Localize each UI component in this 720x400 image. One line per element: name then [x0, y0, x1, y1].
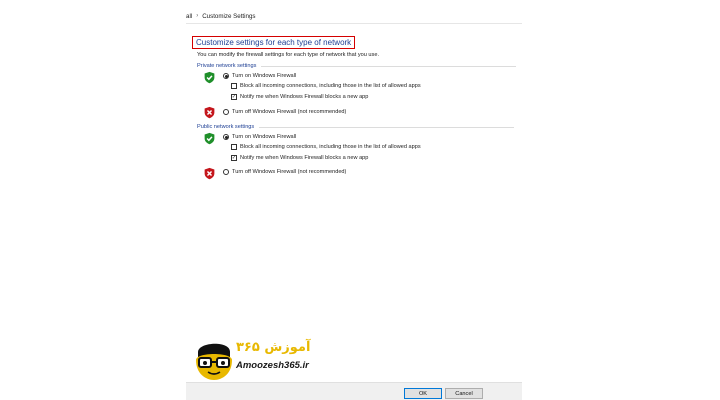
public-turn-off-label: Turn off Windows Firewall (not recommend… — [232, 169, 347, 175]
checkbox-checked-icon[interactable]: ✓ — [231, 94, 237, 100]
public-heading-divider — [259, 127, 514, 128]
cancel-button[interactable]: Cancel — [445, 388, 483, 399]
page-title: Customize settings for each type of netw… — [196, 38, 352, 47]
public-network-heading: Public network settings — [197, 124, 255, 130]
breadcrumb-customize-settings[interactable]: Customize Settings — [202, 13, 255, 20]
private-notify-label: Notify me when Windows Firewall blocks a… — [240, 94, 369, 100]
logo-text-en: Amoozesh365.ir — [236, 360, 309, 371]
green-shield-check-icon — [203, 71, 216, 84]
radio-selected-icon[interactable] — [223, 73, 229, 79]
address-bar[interactable]: all › Customize Settings — [186, 9, 522, 24]
private-turn-on-radio[interactable]: Turn on Windows Firewall — [223, 73, 296, 79]
private-heading-divider — [261, 66, 516, 67]
private-turn-off-radio[interactable]: Turn off Windows Firewall (not recommend… — [223, 109, 346, 115]
private-turn-off-label: Turn off Windows Firewall (not recommend… — [232, 109, 347, 115]
public-block-all-label: Block all incoming connections, includin… — [240, 144, 421, 150]
logo-text-fa: آموزش ۳۶۵ — [236, 340, 311, 355]
private-turn-on-label: Turn on Windows Firewall — [232, 73, 297, 79]
dialog-footer: OK Cancel — [186, 382, 522, 400]
private-network-heading: Private network settings — [197, 63, 257, 69]
public-turn-on-radio[interactable]: Turn on Windows Firewall — [223, 134, 296, 140]
checkbox-checked-icon[interactable]: ✓ — [231, 155, 237, 161]
green-shield-check-icon — [203, 132, 216, 145]
radio-selected-icon[interactable] — [223, 134, 229, 140]
checkbox-unchecked-icon[interactable] — [231, 144, 237, 150]
public-notify-checkbox[interactable]: ✓ Notify me when Windows Firewall blocks… — [231, 155, 368, 161]
mascot-logo-icon — [196, 343, 232, 380]
public-notify-label: Notify me when Windows Firewall blocks a… — [240, 155, 369, 161]
private-block-all-label: Block all incoming connections, includin… — [240, 83, 421, 89]
red-shield-x-icon — [203, 106, 216, 119]
breadcrumb-separator-icon: › — [196, 13, 199, 19]
checkbox-unchecked-icon[interactable] — [231, 83, 237, 89]
radio-unselected-icon[interactable] — [223, 169, 229, 175]
page-description: You can modify the firewall settings for… — [197, 52, 380, 58]
breadcrumb-all[interactable]: all — [186, 13, 192, 20]
page-title-box: Customize settings for each type of netw… — [192, 36, 356, 49]
amoozesh365-logo: آموزش ۳۶۵ Amoozesh365.ir — [192, 338, 342, 384]
public-turn-on-label: Turn on Windows Firewall — [232, 134, 297, 140]
private-notify-checkbox[interactable]: ✓ Notify me when Windows Firewall blocks… — [231, 94, 368, 100]
settings-panel: Customize settings for each type of netw… — [186, 24, 522, 382]
red-shield-x-icon — [203, 167, 216, 180]
radio-unselected-icon[interactable] — [223, 109, 229, 115]
private-block-all-checkbox[interactable]: Block all incoming connections, includin… — [231, 83, 421, 89]
public-block-all-checkbox[interactable]: Block all incoming connections, includin… — [231, 144, 421, 150]
public-turn-off-radio[interactable]: Turn off Windows Firewall (not recommend… — [223, 169, 346, 175]
ok-button[interactable]: OK — [404, 388, 442, 399]
